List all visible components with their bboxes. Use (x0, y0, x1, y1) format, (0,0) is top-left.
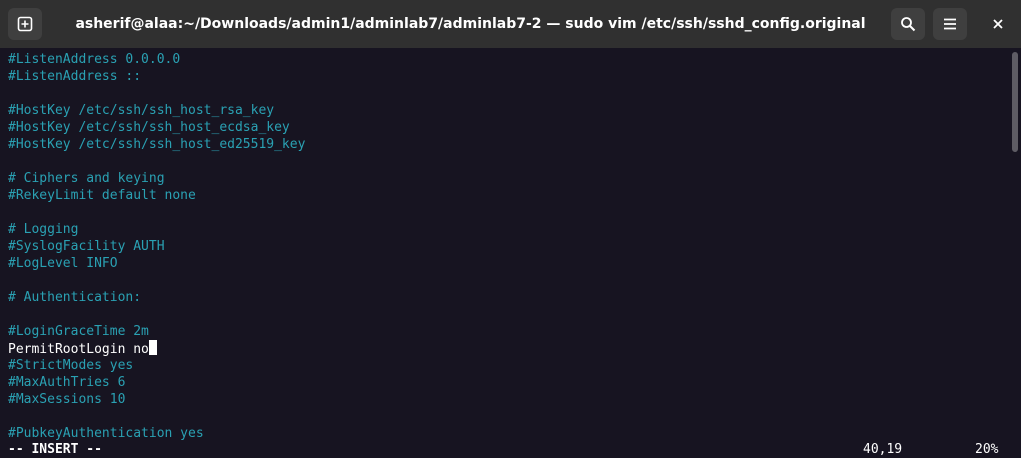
editor-line: #LogLevel INFO (8, 255, 305, 272)
vim-status-line: -- INSERT -- 40,19 20% (0, 441, 1021, 458)
cursor-position: 40,19 (863, 442, 903, 457)
editor-line-text: #HostKey /etc/ssh/ssh_host_rsa_key (8, 103, 275, 118)
editor-buffer[interactable]: #ListenAddress 0.0.0.0#ListenAddress :: #… (8, 51, 305, 442)
editor-line: #HostKey /etc/ssh/ssh_host_ecdsa_key (8, 119, 305, 136)
editor-line: #PubkeyAuthentication yes (8, 425, 305, 442)
terminal-window: asherif@alaa:~/Downloads/admin1/adminlab… (0, 0, 1021, 458)
editor-line: # Logging (8, 221, 305, 238)
editor-line: #ListenAddress 0.0.0.0 (8, 51, 305, 68)
editor-line: #HostKey /etc/ssh/ssh_host_ed25519_key (8, 136, 305, 153)
new-tab-button[interactable] (8, 8, 42, 40)
editor-line-text: #MaxAuthTries 6 (8, 375, 126, 390)
editor-line-text: #ListenAddress :: (8, 69, 142, 84)
editor-line-text: # Ciphers and keying (8, 171, 165, 186)
editor-line: # Ciphers and keying (8, 170, 305, 187)
editor-line-text: #PubkeyAuthentication yes (8, 426, 204, 441)
editor-line-text: #HostKey /etc/ssh/ssh_host_ecdsa_key (8, 120, 290, 135)
editor-line-text: #SyslogFacility AUTH (8, 239, 165, 254)
editor-line: PermitRootLogin no (8, 340, 305, 357)
scrollbar-thumb[interactable] (1012, 52, 1018, 152)
close-icon (993, 19, 1003, 29)
editor-line-text: #LogLevel INFO (8, 256, 118, 271)
editor-line: #SyslogFacility AUTH (8, 238, 305, 255)
editor-line: #ListenAddress :: (8, 68, 305, 85)
editor-line-text: PermitRootLogin no (8, 342, 149, 357)
editor-line-text: #RekeyLimit default none (8, 188, 196, 203)
editor-line-text: #HostKey /etc/ssh/ssh_host_ed25519_key (8, 137, 306, 152)
search-button[interactable] (891, 8, 925, 40)
editor-line-text: #LoginGraceTime 2m (8, 324, 149, 339)
text-cursor (148, 340, 157, 355)
editor-line-text: #StrictModes yes (8, 358, 134, 373)
new-tab-icon (17, 16, 33, 32)
search-icon (901, 17, 916, 32)
scroll-percent: 20% (975, 442, 999, 457)
editor-line: #LoginGraceTime 2m (8, 323, 305, 340)
editor-line: #HostKey /etc/ssh/ssh_host_rsa_key (8, 102, 305, 119)
editor-line: # Authentication: (8, 289, 305, 306)
editor-line: #RekeyLimit default none (8, 187, 305, 204)
menu-button[interactable] (933, 8, 967, 40)
vim-mode-indicator: -- INSERT -- (8, 442, 102, 457)
editor-line-text: #MaxSessions 10 (8, 392, 126, 407)
terminal-view[interactable]: #ListenAddress 0.0.0.0#ListenAddress :: #… (0, 48, 1021, 458)
editor-line: #MaxAuthTries 6 (8, 374, 305, 391)
editor-line-text: # Logging (8, 222, 79, 237)
editor-line: #MaxSessions 10 (8, 391, 305, 408)
hamburger-menu-icon (944, 18, 956, 30)
editor-line-text: #ListenAddress 0.0.0.0 (8, 52, 181, 67)
title-bar: asherif@alaa:~/Downloads/admin1/adminlab… (0, 0, 1021, 48)
window-title: asherif@alaa:~/Downloads/admin1/adminlab… (75, 16, 866, 32)
editor-line-text: # Authentication: (8, 290, 142, 305)
editor-line: #StrictModes yes (8, 357, 305, 374)
close-button[interactable] (981, 8, 1015, 40)
